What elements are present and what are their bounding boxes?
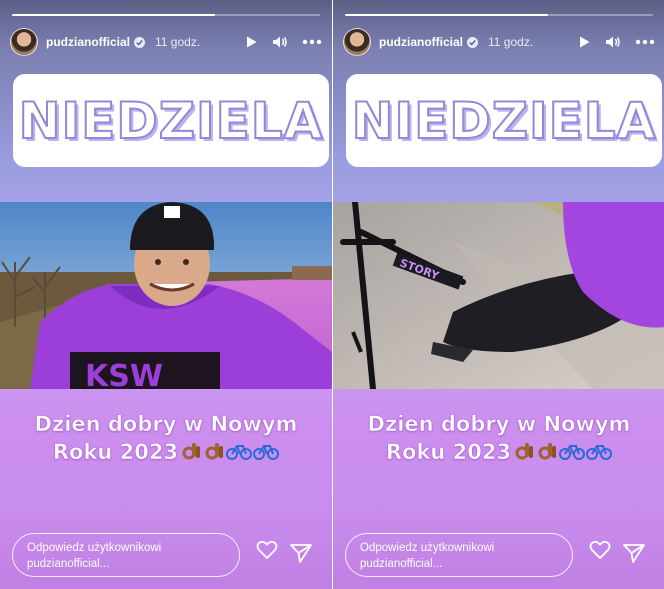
story-progress-bar <box>345 14 653 16</box>
post-time: 11 godz. <box>155 35 201 49</box>
verified-badge-icon <box>467 36 478 48</box>
bicycle-emoji <box>559 445 586 460</box>
caption-emojis <box>513 440 613 462</box>
ok-hand-emoji <box>182 443 201 460</box>
caption-line-1: Dzien dobry w Nowym <box>367 412 631 437</box>
heart-icon[interactable] <box>256 540 278 564</box>
volume-icon[interactable] <box>605 35 621 49</box>
reply-placeholder-line-2: pudzianofficial... <box>360 558 443 570</box>
story-panel-2[interactable]: pudzianofficial 11 godz. NIEDZIELA STORY… <box>333 0 664 589</box>
play-icon[interactable] <box>577 35 591 49</box>
ok-hand-emoji <box>515 443 534 460</box>
story-header: pudzianofficial 11 godz. <box>343 28 655 56</box>
story-caption: Dzien dobry w Nowym Roku 2023 <box>0 410 332 466</box>
story-progress-bar <box>12 14 320 16</box>
caption-line-1: Dzien dobry w Nowym <box>34 412 298 437</box>
ok-hand-emoji <box>205 443 224 460</box>
play-icon[interactable] <box>244 35 258 49</box>
more-icon[interactable] <box>635 39 655 45</box>
caption-emojis <box>180 440 280 462</box>
progress-fill <box>345 14 549 16</box>
caption-line-2: Roku 2023 <box>52 440 179 465</box>
verified-badge-icon <box>134 36 145 48</box>
story-header: pudzianofficial 11 godz. <box>10 28 322 56</box>
hoodie-print: KSW <box>85 359 163 389</box>
reply-placeholder-line-1: Odpowiedz użytkownikowi <box>27 542 162 554</box>
heart-icon[interactable] <box>589 540 611 564</box>
story-panel-1[interactable]: pudzianofficial 11 godz. NIEDZIELA KSW D… <box>0 0 332 589</box>
bicycle-emoji <box>253 445 280 460</box>
avatar[interactable] <box>343 28 371 56</box>
bicycle-emoji <box>226 445 253 460</box>
bicycle-emoji <box>586 445 613 460</box>
caption-line-2: Roku 2023 <box>385 440 512 465</box>
stories-viewer: pudzianofficial 11 godz. NIEDZIELA KSW D… <box>0 0 664 589</box>
reply-input[interactable]: Odpowiedz użytkownikowi pudzianofficial.… <box>345 533 573 577</box>
reply-input[interactable]: Odpowiedz użytkownikowi pudzianofficial.… <box>12 533 240 577</box>
more-icon[interactable] <box>302 39 322 45</box>
story-photo-bike: STORY <box>333 202 664 389</box>
title-sticker-text: NIEDZIELA <box>18 91 324 151</box>
title-sticker: NIEDZIELA <box>346 74 662 167</box>
send-icon[interactable] <box>290 543 312 567</box>
send-icon[interactable] <box>623 543 645 567</box>
username[interactable]: pudzianofficial <box>46 35 130 49</box>
title-sticker-text: NIEDZIELA <box>351 91 657 151</box>
volume-icon[interactable] <box>272 35 288 49</box>
reply-placeholder-line-1: Odpowiedz użytkownikowi <box>360 542 495 554</box>
ok-hand-emoji <box>538 443 557 460</box>
story-photo-selfie: KSW <box>0 202 332 389</box>
avatar[interactable] <box>10 28 38 56</box>
post-time: 11 godz. <box>488 35 534 49</box>
title-sticker: NIEDZIELA <box>13 74 329 167</box>
reply-placeholder-line-2: pudzianofficial... <box>27 558 110 570</box>
progress-fill <box>12 14 216 16</box>
story-caption: Dzien dobry w Nowym Roku 2023 <box>333 410 664 466</box>
username[interactable]: pudzianofficial <box>379 35 463 49</box>
